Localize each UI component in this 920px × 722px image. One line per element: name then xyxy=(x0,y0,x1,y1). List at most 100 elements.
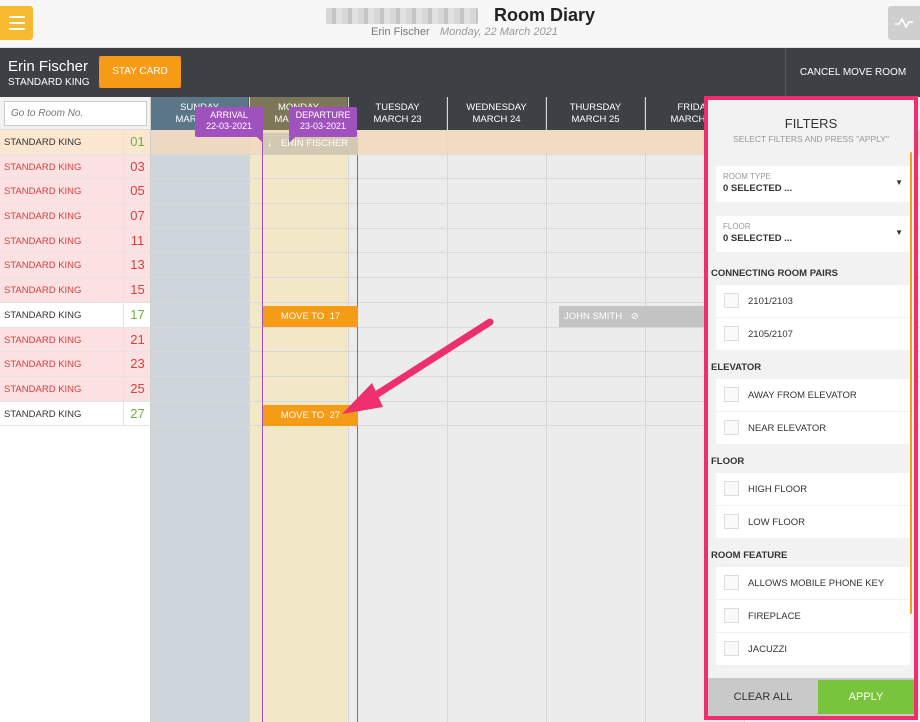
room-type: STANDARD KING xyxy=(4,137,82,148)
room-row[interactable]: STANDARD KING 05 xyxy=(0,179,151,205)
room-row[interactable]: STANDARD KING 23 xyxy=(0,352,150,377)
room-number: 21 xyxy=(123,327,151,352)
room-type: STANDARD KING xyxy=(4,359,82,371)
room-search-input[interactable] xyxy=(4,101,147,126)
guest-name: Erin Fischer xyxy=(8,58,89,75)
departure-date: 23-03-2021 xyxy=(299,121,347,131)
checkbox[interactable] xyxy=(724,575,739,590)
apply-button[interactable]: APPLY xyxy=(818,680,914,714)
filters-body: FILTERS SELECT FILTERS AND PRESS "APPLY"… xyxy=(708,100,914,678)
activity-pulse-icon[interactable] xyxy=(888,6,920,40)
checkbox[interactable] xyxy=(724,420,739,435)
room-type: STANDARD KING xyxy=(4,408,82,420)
room-list: STANDARD KING01STANDARD KING03STANDARD K… xyxy=(0,97,151,722)
arrival-badge: ARRIVAL 22-03-2021 xyxy=(195,107,263,143)
filter-option-label: NEAR ELEVATOR xyxy=(748,423,827,434)
day-header[interactable]: TUESDAY MARCH 23 xyxy=(349,97,447,130)
departure-label: DEPARTURE xyxy=(295,110,351,120)
no-smoking-icon: ⊘ xyxy=(630,311,639,322)
room-number: 01 xyxy=(123,130,151,154)
move-room: 27 xyxy=(329,410,341,421)
room-row[interactable]: STANDARD KING 15 xyxy=(0,278,150,303)
room-row[interactable]: STANDARD KING 17 xyxy=(0,302,151,328)
arrival-line xyxy=(262,133,263,722)
filter-option[interactable]: 2105/2107 xyxy=(716,318,910,350)
room-number: 17 xyxy=(123,302,151,327)
move-to-17-button[interactable]: MOVE TO 17 xyxy=(263,306,358,327)
filters-title: FILTERS xyxy=(784,116,838,131)
caret-down-icon: ▼ xyxy=(895,178,903,187)
checkbox[interactable] xyxy=(724,387,739,402)
day-header[interactable]: WEDNESDAY MARCH 24 xyxy=(448,97,546,130)
arrival-label: ARRIVAL xyxy=(210,110,248,120)
move-room: 17 xyxy=(329,311,341,322)
room-row[interactable]: STANDARD KING 01 xyxy=(0,130,150,155)
room-type-label: ROOM TYPE xyxy=(723,172,771,181)
room-type: STANDARD KING xyxy=(4,161,82,173)
room-row[interactable]: STANDARD KING 27 xyxy=(0,401,150,427)
floor-select[interactable]: FLOOR 0 SELECTED ... ▼ xyxy=(716,216,910,252)
room-number: 07 xyxy=(123,204,151,228)
filter-section-title: ROOM FEATURE xyxy=(711,550,788,561)
cancel-move-room-button[interactable]: CANCEL MOVE ROOM xyxy=(785,48,920,97)
move-label: MOVE TO xyxy=(280,311,325,322)
room-row[interactable]: STANDARD KING 25 xyxy=(0,376,150,402)
filter-option-label: ALLOWS MOBILE PHONE KEY xyxy=(748,578,885,589)
room-type: STANDARD KING xyxy=(4,285,82,297)
current-user: Erin Fischer xyxy=(371,26,430,38)
day-name: THURSDAY xyxy=(569,102,622,113)
top-bar: Room Diary Erin Fischer Monday, 22 March… xyxy=(0,0,920,48)
filters-scrollbar[interactable] xyxy=(910,152,912,614)
filter-option[interactable]: FIREPLACE xyxy=(716,600,910,632)
room-rows: STANDARD KING 01 STANDARD KING 03 STANDARD K… xyxy=(0,130,151,427)
room-number: 15 xyxy=(123,278,151,302)
room-search-wrap xyxy=(0,97,150,130)
room-row[interactable]: STANDARD KING 03 xyxy=(0,154,150,180)
checkbox[interactable] xyxy=(724,514,739,529)
room-number: 05 xyxy=(123,179,151,204)
room-number: 23 xyxy=(123,352,151,376)
arrival-date: 22-03-2021 xyxy=(205,121,253,131)
checkbox[interactable] xyxy=(724,481,739,496)
filter-option-label: FIREPLACE xyxy=(748,611,801,622)
clear-all-button[interactable]: CLEAR ALL xyxy=(708,678,818,716)
move-label: MOVE TO xyxy=(280,410,325,421)
filter-section-title: CONNECTING ROOM PAIRS xyxy=(711,268,839,279)
filters-footer: CLEAR ALL APPLY xyxy=(708,678,914,716)
day-date: MARCH 24 xyxy=(472,114,521,125)
other-reservation-bar[interactable]: JOHN SMITH ⊘ xyxy=(559,306,709,327)
room-row[interactable]: STANDARD KING 07 xyxy=(0,204,150,229)
stay-card-button[interactable]: STAY CARD xyxy=(99,56,181,88)
filter-option-label: JACUZZI xyxy=(748,644,788,655)
room-type: STANDARD KING xyxy=(4,334,82,346)
room-number: 13 xyxy=(123,253,151,278)
checkbox[interactable] xyxy=(724,641,739,656)
room-row[interactable]: STANDARD KING 13 xyxy=(0,253,151,279)
filter-option[interactable]: ALLOWS MOBILE PHONE KEY xyxy=(716,567,910,599)
filter-option-label: HIGH FLOOR xyxy=(748,484,808,495)
filter-option[interactable]: AWAY FROM ELEVATOR xyxy=(716,379,910,411)
room-row[interactable]: STANDARD KING 11 xyxy=(0,228,151,254)
room-type: STANDARD KING xyxy=(4,235,82,247)
menu-icon[interactable] xyxy=(0,6,33,40)
checkbox[interactable] xyxy=(724,608,739,623)
arrow-down-icon: ↓ xyxy=(267,138,272,149)
filter-section-title: FLOOR xyxy=(711,456,745,467)
room-type-value: 0 SELECTED ... xyxy=(723,183,793,194)
move-to-27-button[interactable]: MOVE TO 27 xyxy=(263,405,358,426)
guest-header: Erin Fischer STANDARD KING STAY CARD CAN… xyxy=(0,48,920,97)
room-number: 11 xyxy=(123,228,151,253)
floor-select-label: FLOOR xyxy=(723,222,751,231)
checkbox[interactable] xyxy=(724,293,739,308)
room-row[interactable]: STANDARD KING 21 xyxy=(0,327,151,353)
filter-option[interactable]: LOW FLOOR xyxy=(716,506,910,538)
day-date: MARCH 23 xyxy=(373,114,422,125)
day-header[interactable]: THURSDAY MARCH 25 xyxy=(547,97,645,130)
filter-option[interactable]: 2101/2103 xyxy=(716,285,910,317)
room-type-select[interactable]: ROOM TYPE 0 SELECTED ... ▼ xyxy=(716,166,910,202)
checkbox[interactable] xyxy=(724,326,739,341)
filter-option[interactable]: HIGH FLOOR xyxy=(716,473,910,505)
filter-option[interactable]: NEAR ELEVATOR xyxy=(716,412,910,444)
room-diary-app: Room Diary Erin Fischer Monday, 22 March… xyxy=(0,0,920,722)
filter-option[interactable]: JACUZZI xyxy=(716,633,910,665)
